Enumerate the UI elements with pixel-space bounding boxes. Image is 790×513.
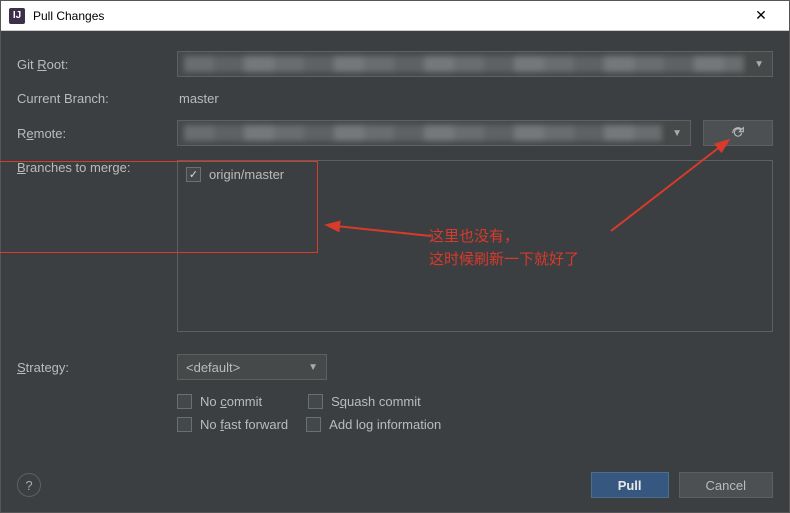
row-current-branch: Current Branch: master <box>17 91 773 106</box>
dialog-footer: ? Pull Cancel <box>1 466 789 512</box>
option-add-log[interactable]: Add log information <box>306 417 441 432</box>
current-branch-value: master <box>177 91 219 106</box>
branch-checkbox[interactable]: ✓ <box>186 167 201 182</box>
checkbox-no-commit[interactable] <box>177 394 192 409</box>
blurred-remote <box>184 125 662 141</box>
chevron-down-icon: ▼ <box>308 362 318 373</box>
checkbox-squash[interactable] <box>308 394 323 409</box>
dialog-body: Git Root: ▼ Current Branch: master Remot… <box>1 31 789 466</box>
option-no-commit[interactable]: No commit <box>177 394 262 409</box>
row-strategy: Strategy: <default> ▼ <box>17 354 773 380</box>
cancel-button[interactable]: Cancel <box>679 472 773 498</box>
options-row-2: No fast forward Add log information <box>177 417 773 432</box>
blurred-path <box>184 56 744 72</box>
strategy-dropdown[interactable]: <default> ▼ <box>177 354 327 380</box>
checkbox-add-log[interactable] <box>306 417 321 432</box>
window-title: Pull Changes <box>33 9 741 23</box>
refresh-icon <box>730 125 746 141</box>
option-no-ff[interactable]: No fast forward <box>177 417 288 432</box>
checkbox-no-ff[interactable] <box>177 417 192 432</box>
titlebar: IJ Pull Changes ✕ <box>1 1 789 31</box>
help-button[interactable]: ? <box>17 473 41 497</box>
row-remote: Remote: ▼ <box>17 120 773 146</box>
label-current-branch: Current Branch: <box>17 91 177 106</box>
git-root-dropdown[interactable]: ▼ <box>177 51 773 77</box>
row-branches: Branches to merge: ✓ origin/master <box>17 160 773 332</box>
chevron-down-icon: ▼ <box>754 59 764 70</box>
branch-item[interactable]: ✓ origin/master <box>186 167 764 182</box>
close-icon[interactable]: ✕ <box>741 7 781 24</box>
branch-label: origin/master <box>209 167 284 182</box>
pull-button[interactable]: Pull <box>591 472 669 498</box>
remote-dropdown[interactable]: ▼ <box>177 120 691 146</box>
app-icon: IJ <box>9 8 25 24</box>
label-git-root: Git Root: <box>17 57 177 72</box>
refresh-button[interactable] <box>703 120 773 146</box>
branches-listbox[interactable]: ✓ origin/master <box>177 160 773 332</box>
row-git-root: Git Root: ▼ <box>17 51 773 77</box>
dialog-window: IJ Pull Changes ✕ Git Root: ▼ Current Br… <box>0 0 790 513</box>
option-squash[interactable]: Squash commit <box>308 394 421 409</box>
chevron-down-icon: ▼ <box>672 128 682 139</box>
label-remote: Remote: <box>17 126 177 141</box>
label-strategy: Strategy: <box>17 360 177 375</box>
label-branches: Branches to merge: <box>17 160 177 175</box>
options-row-1: No commit Squash commit <box>177 394 773 409</box>
